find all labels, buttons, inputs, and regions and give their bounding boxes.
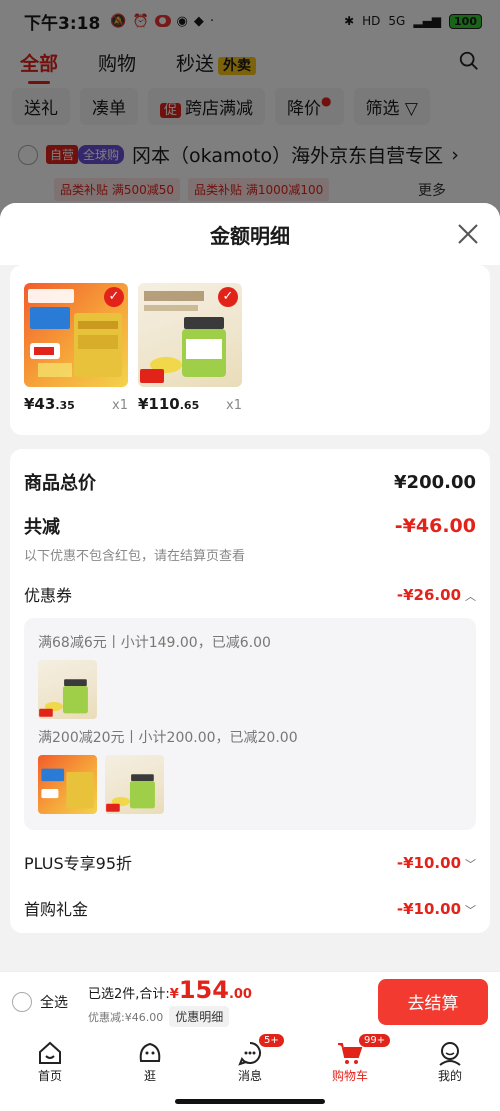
sheet-header: 金额明细 — [0, 203, 500, 265]
chevron-down-icon[interactable]: ﹀ — [465, 904, 476, 917]
cart-badge: 99+ — [358, 1033, 392, 1048]
nav-me[interactable]: 我的 — [400, 1031, 500, 1111]
select-all-label: 全选 — [40, 994, 68, 1011]
first-purchase-value: -¥10.00 — [396, 899, 461, 918]
message-badge: 5+ — [258, 1033, 285, 1048]
items-card: ✓ ¥43.35 x1 ✓ ¥110.65 x1 — [10, 265, 490, 435]
nav-label: 我的 — [437, 1069, 462, 1083]
reduce-row: 共减 -¥46.00 — [24, 513, 476, 539]
product-image: ✓ — [24, 283, 128, 387]
checked-icon: ✓ — [218, 287, 238, 307]
coupon-row[interactable]: 优惠券 -¥26.00 ︿ — [24, 582, 476, 606]
sum-decimal: .00 — [228, 987, 252, 1002]
sum-block: 已选2件,合计: ¥ 154 .00 优惠减:¥46.00 优惠明细 — [88, 976, 252, 1027]
first-purchase-row[interactable]: 首购礼金 -¥10.00 ﹀ — [24, 896, 476, 920]
select-all[interactable]: 全选 — [12, 991, 68, 1012]
item-price: ¥110.65 — [138, 395, 199, 413]
supplement-bottle-icon — [106, 774, 155, 812]
product-thumb — [38, 755, 97, 814]
coupon-items — [38, 755, 462, 814]
product-thumb — [38, 660, 97, 719]
chevron-up-icon[interactable]: ︿ — [465, 590, 476, 603]
supplement-bottle-icon — [39, 679, 88, 717]
home-indicator[interactable] — [175, 1099, 325, 1104]
coupon-value: -¥26.00 — [396, 585, 461, 604]
home-icon — [39, 1041, 61, 1064]
profile-icon — [439, 1042, 461, 1066]
nav-label: 逛 — [143, 1069, 156, 1083]
sum-line: 已选2件,合计: ¥ 154 .00 — [88, 976, 252, 1004]
price-row: ¥110.65 x1 — [138, 395, 242, 413]
sheet-title: 金额明细 — [210, 223, 290, 248]
coupon-label: 优惠券 — [24, 586, 73, 605]
product-item[interactable]: ✓ ¥43.35 x1 — [24, 283, 128, 417]
item-price: ¥43.35 — [24, 395, 75, 413]
nav-label: 购物车 — [331, 1069, 368, 1083]
coupon-detail-box: 满68减6元丨小计149.00，已减6.00 满200减20元丨小计200.00… — [24, 618, 476, 830]
nav-label: 首页 — [37, 1069, 62, 1083]
browse-face-icon — [139, 1042, 161, 1062]
sum-amount: 154 — [178, 976, 229, 1004]
total-label: 商品总价 — [24, 473, 96, 494]
coupon-line: 满200减20元丨小计200.00，已减20.00 — [38, 730, 298, 746]
selected-count: 已选2件,合计: — [88, 987, 170, 1002]
product-item[interactable]: ✓ ¥110.65 x1 — [138, 283, 242, 417]
reduce-note: 以下优惠不包含红包，请在结算页查看 — [24, 549, 246, 564]
first-purchase-label: 首购礼金 — [24, 900, 89, 919]
chevron-down-icon[interactable]: ﹀ — [465, 858, 476, 871]
total-row: 商品总价 ¥200.00 — [24, 469, 476, 495]
reduce-label: 共减 — [24, 517, 60, 538]
price-dec: .35 — [55, 399, 75, 412]
close-icon[interactable] — [456, 222, 480, 246]
condom-box-icon — [41, 768, 94, 809]
nav-home[interactable]: 首页 — [0, 1031, 100, 1111]
reduce-value: -¥46.00 — [394, 515, 476, 537]
price-int: ¥110 — [138, 395, 180, 413]
currency-symbol: ¥ — [169, 987, 179, 1002]
price-int: ¥43 — [24, 395, 56, 413]
checked-icon: ✓ — [104, 287, 124, 307]
saved-amount: 优惠减:¥46.00 — [88, 1010, 164, 1024]
product-thumb — [105, 755, 164, 814]
item-qty: x1 — [112, 398, 128, 413]
price-dec: .65 — [179, 399, 200, 412]
discount-detail-button[interactable]: 优惠明细 — [169, 1006, 230, 1027]
total-value: ¥200.00 — [394, 471, 476, 493]
checkout-bar: 全选 已选2件,合计: ¥ 154 .00 优惠减:¥46.00 优惠明细 去结… — [0, 971, 500, 1031]
plus-value: -¥10.00 — [396, 853, 461, 872]
detail-card: 商品总价 ¥200.00 共减 -¥46.00 以下优惠不包含红包，请在结算页查… — [10, 449, 490, 933]
select-all-checkbox[interactable] — [12, 991, 32, 1012]
price-row: ¥43.35 x1 — [24, 395, 128, 413]
saved-line: 优惠减:¥46.00 优惠明细 — [88, 1006, 252, 1027]
checkout-button[interactable]: 去结算 — [378, 978, 488, 1025]
coupon-line: 满68减6元丨小计149.00，已减6.00 — [38, 635, 271, 651]
coupon-items — [38, 660, 462, 719]
plus-row[interactable]: PLUS专享95折 -¥10.00 ﹀ — [24, 850, 476, 874]
plus-label: PLUS专享95折 — [24, 854, 132, 873]
nav-label: 消息 — [237, 1069, 262, 1083]
product-image: ✓ — [138, 283, 242, 387]
item-qty: x1 — [226, 398, 242, 413]
amount-detail-sheet: 金额明细 ✓ ¥43.35 x1 ✓ ¥110.65 x1 商品总价 ¥200.… — [0, 203, 500, 971]
